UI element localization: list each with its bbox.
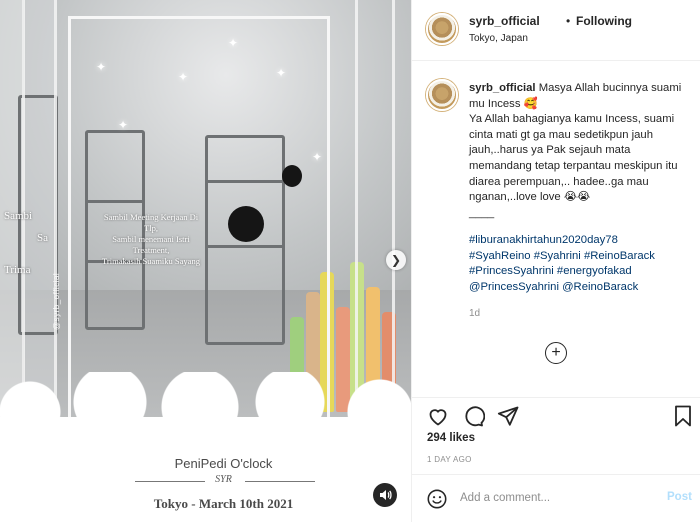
caption-avatar[interactable] [426, 79, 458, 111]
load-more-comments-button[interactable]: + [545, 342, 567, 364]
overlay-line: Sambil menemani Istri [112, 234, 190, 244]
snowflake: ✦ [276, 66, 287, 80]
following-button[interactable]: Following [576, 14, 632, 28]
bookmark-icon[interactable] [671, 404, 695, 428]
post-timestamp: 1 DAY AGO [427, 455, 472, 464]
signature-line [245, 481, 315, 482]
comment-composer: Post [412, 474, 700, 522]
caption-age: 1d [469, 308, 481, 319]
comments-section: syrb_official Masya Allah bucinnya suami… [412, 62, 700, 397]
hashtag-link[interactable]: #ReinoBarack [584, 250, 655, 262]
mention-link[interactable]: @ReinoBarack [562, 281, 638, 293]
caption-username[interactable]: syrb_official [469, 82, 536, 94]
overlay-line: Treatment, [132, 245, 170, 255]
hashtag-link[interactable]: #energyofakad [557, 265, 632, 277]
caption-line: ____ [469, 206, 495, 219]
overlay-line: Tlp, [144, 223, 158, 233]
overlay-line: Sambil Meeting Kerjaan Di [103, 212, 199, 222]
media-caption-date: Tokyo - March 10th 2021 [153, 496, 294, 511]
caption-hashtags: #liburanakhirtahun2020day78 #SyahReino #… [469, 233, 691, 295]
snowflake: ✦ [312, 150, 323, 164]
heart-icon[interactable] [426, 404, 450, 428]
snowflake: ✦ [96, 60, 107, 74]
caption-line: Ya Allah bahagianya kamu Incess, suami c… [469, 113, 678, 204]
speaker-mute-icon [380, 490, 392, 500]
ghost-overlay-text: Trima [4, 264, 31, 276]
smiley-icon[interactable] [426, 488, 448, 510]
snowflake: ✦ [118, 118, 129, 132]
post-details-panel: syrb_official • Following Tokyo, Japan s… [411, 0, 700, 522]
ghost-overlay-text: Sa [37, 232, 48, 244]
snowflake: ✦ [178, 70, 189, 84]
post-media[interactable]: ✦ ✦ ✦ ✦ ✦ ✦ Sambi Sa Trima Sambil Meetin… [0, 0, 411, 522]
comment-input[interactable] [460, 486, 650, 510]
post-comment-button[interactable]: Post [667, 491, 692, 503]
chevron-right-icon: ❯ [390, 253, 402, 267]
plus-circle-icon: + [551, 344, 561, 361]
action-bar [412, 397, 700, 431]
header-separator: • [566, 14, 571, 28]
hashtag-link[interactable]: #SyahReino [469, 250, 531, 262]
ghost-overlay-text: Sambi [4, 210, 33, 222]
sound-toggle-button[interactable] [373, 483, 397, 507]
location-link[interactable]: Tokyo, Japan [469, 33, 528, 44]
mention-link[interactable]: @PrincesSyahrini [469, 281, 559, 293]
comment-icon[interactable] [461, 404, 485, 428]
caption-text: syrb_official Masya Allah bucinnya suami… [469, 81, 691, 221]
media-caption-title: PeniPedi O'clock [174, 456, 273, 471]
likes-count[interactable]: 294 likes [427, 432, 475, 444]
media-watermark: @syrb_official [52, 272, 61, 330]
next-media-button[interactable]: ❯ [386, 250, 406, 270]
header-username[interactable]: syrb_official [469, 14, 540, 28]
overlay-line: Trimakasih Suamiku Sayang [102, 256, 200, 266]
hashtag-link[interactable]: #PrincesSyahrini [469, 265, 554, 277]
hashtag-link[interactable]: #Syahrini [534, 250, 581, 262]
hashtag-link[interactable]: #liburanakhirtahun2020day78 [469, 234, 618, 246]
share-icon[interactable] [496, 404, 520, 428]
snowflake: ✦ [228, 36, 239, 50]
post-header: syrb_official • Following Tokyo, Japan [412, 0, 700, 61]
avatar[interactable] [426, 13, 458, 45]
media-overlay-text: Sambil Meeting Kerjaan Di Tlp, Sambil me… [76, 212, 226, 267]
media-caption-signature: SYR [215, 474, 232, 485]
